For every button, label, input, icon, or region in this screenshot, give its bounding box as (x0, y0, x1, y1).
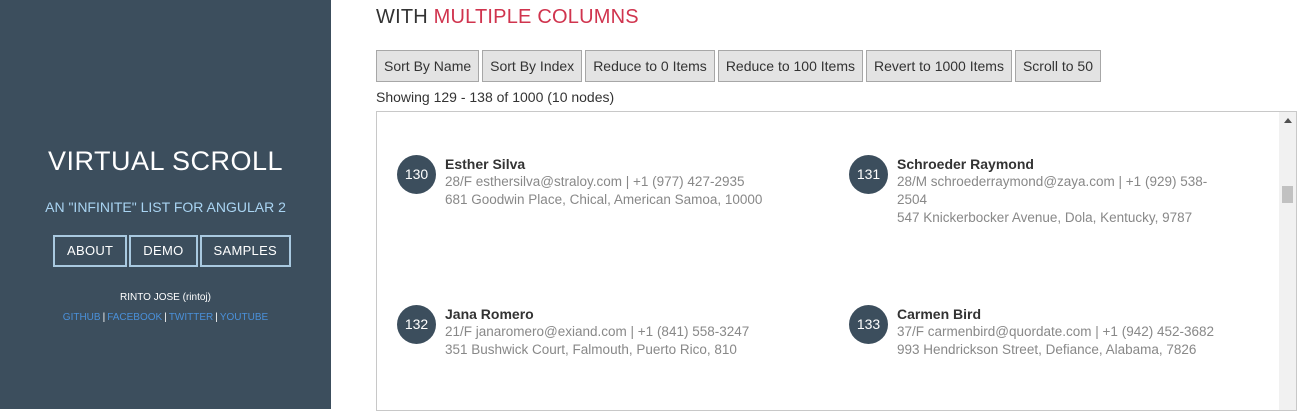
item-info: Schroeder Raymond 28/M schroederraymond@… (897, 155, 1217, 227)
avatar: 131 (849, 155, 888, 194)
about-button[interactable]: ABOUT (53, 235, 128, 267)
toolbar: Sort By Name Sort By Index Reduce to 0 I… (376, 50, 1101, 82)
scroll-up-arrow-icon[interactable] (1284, 118, 1292, 123)
link-separator: | (102, 312, 106, 323)
sort-by-name-button[interactable]: Sort By Name (376, 50, 480, 82)
youtube-link[interactable]: YOUTUBE (220, 312, 268, 323)
samples-button[interactable]: SAMPLES (199, 235, 292, 267)
item-name: Schroeder Raymond (897, 156, 1034, 172)
item-name: Carmen Bird (897, 306, 982, 322)
item-address: 993 Hendrickson Street, Defiance, Alabam… (897, 342, 1197, 357)
page-heading: WITH MULTIPLE COLUMNS (376, 6, 639, 29)
item-info: Esther Silva 28/F esthersilva@straloy.co… (445, 155, 765, 209)
item-info: Carmen Bird 37/F carmenbird@quordate.com… (897, 305, 1217, 359)
demo-button[interactable]: DEMO (129, 235, 198, 267)
item-address: 351 Bushwick Court, Falmouth, Puerto Ric… (445, 342, 737, 357)
revert-to-1000-button[interactable]: Revert to 1000 Items (866, 50, 1012, 82)
twitter-link[interactable]: TWITTER (169, 312, 213, 323)
status-text: Showing 129 - 138 of 1000 (10 nodes) (376, 89, 615, 105)
item-contact: 21/F janaromero@exiand.com | +1 (841) 55… (445, 324, 750, 339)
item-name: Esther Silva (445, 156, 526, 172)
scrollbar[interactable] (1279, 112, 1296, 410)
avatar: 132 (397, 305, 436, 344)
item-info: Jana Romero 21/F janaromero@exiand.com |… (445, 305, 765, 359)
reduce-to-100-button[interactable]: Reduce to 100 Items (717, 50, 863, 82)
main-content: WITH MULTIPLE COLUMNS Sort By Name Sort … (331, 0, 1301, 411)
heading-prefix: WITH (376, 6, 428, 28)
sort-by-index-button[interactable]: Sort By Index (482, 50, 583, 82)
sidebar-nav: ABOUT DEMO SAMPLES (53, 235, 292, 267)
item-contact: 37/F carmenbird@quordate.com | +1 (942) … (897, 324, 1215, 339)
item-address: 547 Knickerbocker Avenue, Dola, Kentucky… (897, 210, 1193, 225)
scrollbar-thumb[interactable] (1282, 186, 1293, 203)
item-name: Jana Romero (445, 306, 534, 322)
sidebar: VIRTUAL SCROLL AN "INFINITE" LIST FOR AN… (0, 0, 331, 409)
author-name: RINTO JOSE (rintoj) (120, 292, 211, 303)
heading-accent: MULTIPLE COLUMNS (433, 6, 639, 28)
avatar: 133 (849, 305, 888, 344)
avatar: 130 (397, 155, 436, 194)
virtual-scroll-list[interactable]: 130 Esther Silva 28/F esthersilva@stralo… (376, 111, 1297, 411)
item-contact: 28/F esthersilva@straloy.com | +1 (977) … (445, 174, 745, 189)
app-subtitle: AN "INFINITE" LIST FOR ANGULAR 2 (45, 199, 286, 215)
reduce-to-0-button[interactable]: Reduce to 0 Items (585, 50, 715, 82)
scroll-to-50-button[interactable]: Scroll to 50 (1014, 50, 1101, 82)
social-links: GITHUB | FACEBOOK | TWITTER | YOUTUBE (0, 312, 331, 323)
item-contact: 28/M schroederraymond@zaya.com | +1 (929… (897, 174, 1208, 207)
item-address: 681 Goodwin Place, Chical, American Samo… (445, 192, 763, 207)
link-separator: | (215, 312, 218, 323)
github-link[interactable]: GITHUB (63, 312, 101, 323)
facebook-link[interactable]: FACEBOOK (107, 312, 162, 323)
link-separator: | (164, 312, 167, 323)
app-title: VIRTUAL SCROLL (47, 146, 284, 176)
